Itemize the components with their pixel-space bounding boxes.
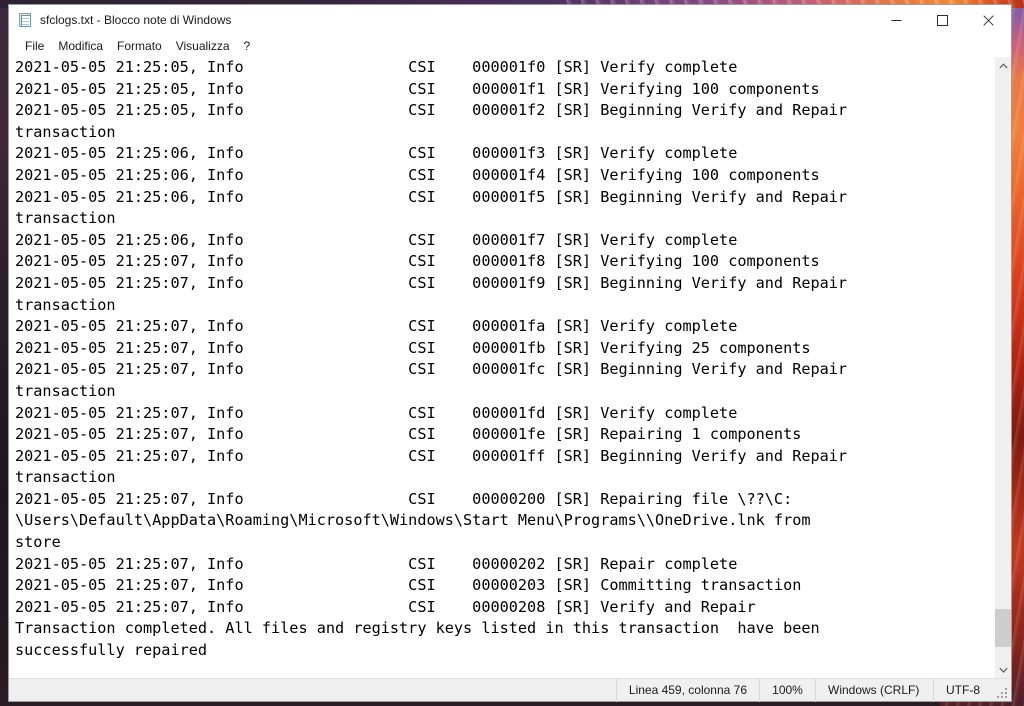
scrollbar-track[interactable] [995,74,1011,661]
status-zoom-level[interactable]: 100% [759,678,815,702]
log-line: transaction [15,295,116,314]
status-line-ending[interactable]: Windows (CRLF) [815,678,933,702]
menu-item-modifica[interactable]: Modifica [51,37,110,56]
log-line: transaction [15,381,116,400]
log-line: 2021-05-05 21:25:06, Info CSI 000001f4 [… [15,165,820,184]
notepad-window: sfclogs.txt - Blocco note di Windows Fil… [8,4,1012,702]
notepad-icon [17,12,33,28]
status-bar: Linea 459, colonna 76 100% Windows (CRLF… [9,678,1011,702]
log-line: 2021-05-05 21:25:07, Info CSI 00000202 [… [15,554,738,573]
menu-item-visualizza[interactable]: Visualizza [169,37,237,56]
minimize-button[interactable] [873,5,919,35]
log-line: 2021-05-05 21:25:07, Info CSI 000001fc [… [15,360,848,379]
log-line: 2021-05-05 21:25:06, Info CSI 000001f7 [… [15,230,738,249]
window-controls [873,5,1011,35]
log-line: 2021-05-05 21:25:06, Info CSI 000001f5 [… [15,187,848,206]
maximize-button[interactable] [919,5,965,35]
log-line: 2021-05-05 21:25:07, Info CSI 000001f9 [… [15,273,848,292]
log-line: 2021-05-05 21:25:05, Info CSI 000001f0 [… [15,58,738,76]
log-line: 2021-05-05 21:25:07, Info CSI 000001fd [… [15,403,738,422]
log-line: 2021-05-05 21:25:07, Info CSI 000001f8 [… [15,252,820,271]
title-bar[interactable]: sfclogs.txt - Blocco note di Windows [9,5,1011,35]
status-cursor-position: Linea 459, colonna 76 [615,678,759,702]
scroll-down-arrow-icon[interactable] [995,661,1011,678]
log-line: 2021-05-05 21:25:06, Info CSI 000001f3 [… [15,144,738,163]
log-line: transaction [15,468,116,487]
menu-bar: File Modifica Formato Visualizza ? [9,35,1011,57]
vertical-scrollbar[interactable] [994,57,1011,678]
scroll-up-arrow-icon[interactable] [995,57,1011,74]
log-text: 2021-05-05 21:25:05, Info CSI 000001f0 [… [15,57,994,662]
editor-region: 2021-05-05 21:25:05, Info CSI 000001f0 [… [9,57,1011,678]
window-title: sfclogs.txt - Blocco note di Windows [40,13,232,27]
menu-item-file[interactable]: File [18,37,51,56]
log-line: 2021-05-05 21:25:05, Info CSI 000001f2 [… [15,101,848,120]
log-line: 2021-05-05 21:25:07, Info CSI 000001ff [… [15,446,848,465]
log-line: 2021-05-05 21:25:07, Info CSI 000001fe [… [15,425,802,444]
log-line: store [15,533,61,552]
log-line: 2021-05-05 21:25:07, Info CSI 00000200 [… [15,489,793,508]
log-line: transaction [15,122,116,141]
log-line: 2021-05-05 21:25:07, Info CSI 00000208 [… [15,597,756,616]
log-line: Transaction completed. All files and reg… [15,619,820,638]
log-line: 2021-05-05 21:25:07, Info CSI 000001fb [… [15,338,811,357]
log-line: 2021-05-05 21:25:07, Info CSI 000001fa [… [15,317,738,336]
menu-item-help[interactable]: ? [237,37,258,56]
scrollbar-thumb[interactable] [995,609,1011,647]
log-line: transaction [15,209,116,228]
menu-item-formato[interactable]: Formato [110,37,169,56]
log-line: successfully repaired [15,641,208,660]
text-editor-area[interactable]: 2021-05-05 21:25:05, Info CSI 000001f0 [… [9,57,994,678]
log-line: 2021-05-05 21:25:05, Info CSI 000001f1 [… [15,79,820,98]
close-button[interactable] [965,5,1011,35]
resize-grip[interactable] [997,688,1009,700]
log-line: 2021-05-05 21:25:07, Info CSI 00000203 [… [15,576,802,595]
log-line: \Users\Default\AppData\Roaming\Microsoft… [15,511,811,530]
